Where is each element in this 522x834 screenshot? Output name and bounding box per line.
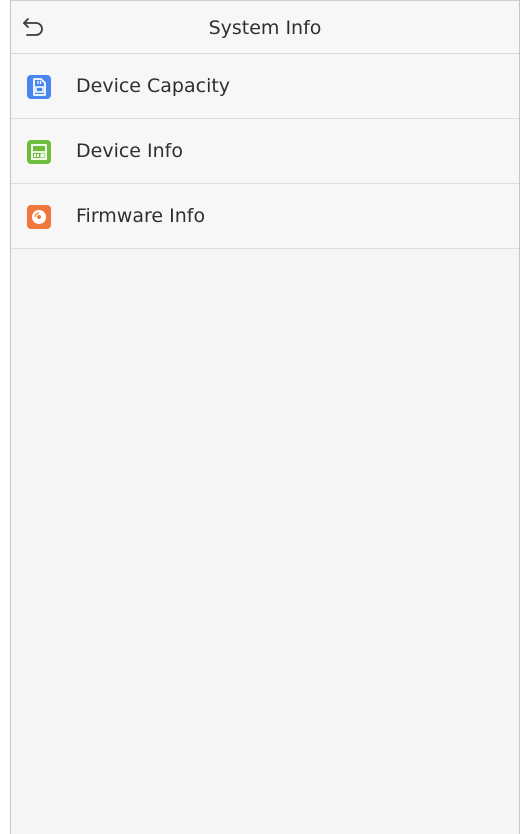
device-panel-icon xyxy=(27,140,51,164)
disc-icon xyxy=(27,205,51,229)
menu-item-device-info[interactable]: Device Info xyxy=(11,119,519,184)
menu-item-label: Device Info xyxy=(76,140,183,162)
page-title: System Info xyxy=(208,17,322,39)
menu-item-device-capacity[interactable]: Device Capacity xyxy=(11,54,519,119)
menu-list: Device Capacity Device Info Firmware Inf… xyxy=(11,54,519,249)
sd-card-icon xyxy=(27,75,51,99)
menu-item-label: Firmware Info xyxy=(76,205,206,227)
menu-item-label: Device Capacity xyxy=(76,75,231,97)
header-bar: System Info xyxy=(11,0,519,54)
system-info-screen: System Info Device Capacity Device Info … xyxy=(10,0,520,834)
menu-item-firmware-info[interactable]: Firmware Info xyxy=(11,184,519,249)
